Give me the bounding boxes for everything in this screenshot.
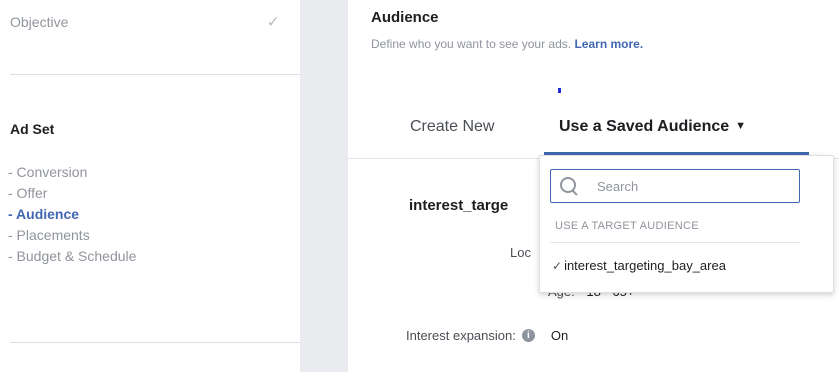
divider (10, 74, 300, 75)
nav-step-offer[interactable]: - Offer (8, 183, 136, 204)
audience-title: Audience (371, 9, 439, 26)
learn-more-link[interactable]: Learn more. (574, 37, 643, 51)
left-navigation: Objective ✓ Ad Set - Conversion - Offer … (0, 0, 300, 372)
nav-section-title: Ad Set (10, 121, 55, 137)
nav-item-objective-label: Objective (10, 14, 69, 30)
search-icon (559, 176, 579, 196)
checkmark-icon: ✓ (552, 259, 563, 273)
tab-create-new[interactable]: Create New (410, 118, 494, 136)
cursor-mark (558, 88, 561, 93)
dropdown-section-header: USE A TARGET AUDIENCE (555, 220, 699, 232)
interest-expansion-row: Interest expansion: i On (406, 328, 568, 343)
location-label: Loc (510, 245, 531, 260)
tab-use-saved-audience[interactable]: Use a Saved Audience ▼ (559, 118, 746, 136)
nav-step-placements[interactable]: - Placements (8, 225, 136, 246)
nav-step-audience[interactable]: - Audience (8, 204, 136, 225)
interest-expansion-label: Interest expansion: (406, 328, 516, 343)
checkmark-icon: ✓ (266, 14, 280, 31)
audience-description: Define who you want to see your ads. Lea… (371, 37, 643, 51)
divider (550, 242, 800, 243)
dropdown-item-label: interest_targeting_bay_area (564, 258, 726, 273)
saved-audience-name: interest_targe (409, 197, 509, 214)
caret-down-icon: ▼ (735, 120, 747, 132)
info-icon[interactable]: i (521, 329, 535, 342)
nav-item-objective[interactable]: Objective ✓ (10, 8, 280, 36)
interest-expansion-value: On (550, 328, 569, 343)
tab-use-saved-audience-label: Use a Saved Audience (559, 118, 730, 135)
search-box[interactable] (550, 169, 800, 203)
audience-description-text: Define who you want to see your ads. (371, 37, 572, 51)
panel-gutter (300, 0, 348, 372)
divider (10, 342, 300, 343)
ad-set-steps: - Conversion - Offer - Audience - Placem… (8, 162, 136, 267)
search-input[interactable] (595, 177, 779, 195)
nav-step-conversion[interactable]: - Conversion (8, 162, 136, 183)
saved-audience-dropdown: USE A TARGET AUDIENCE ✓interest_targetin… (539, 155, 834, 293)
dropdown-item-audience[interactable]: ✓ interest_targeting_bay_area (552, 258, 726, 273)
nav-step-budget-schedule[interactable]: - Budget & Schedule (8, 246, 136, 267)
